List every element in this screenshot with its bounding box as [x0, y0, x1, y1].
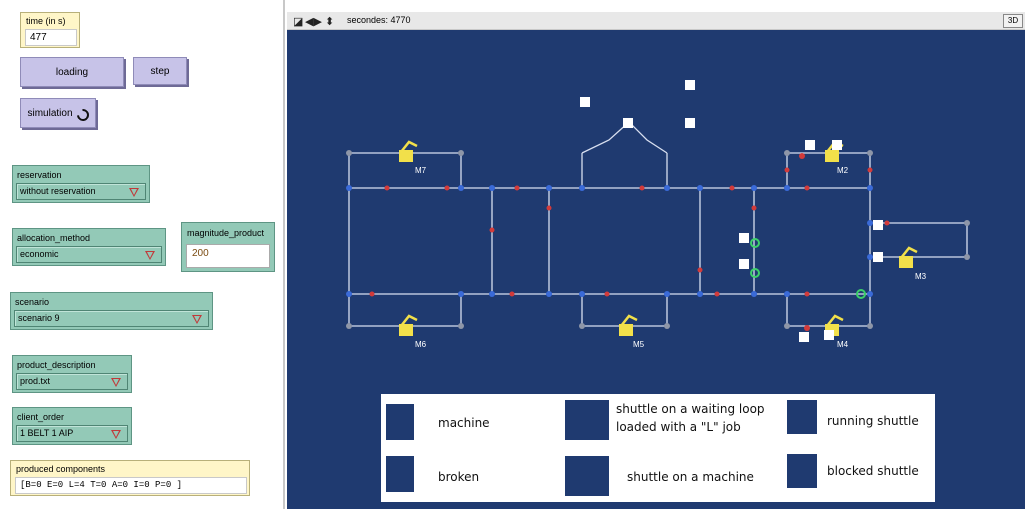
- forever-icon: [74, 106, 91, 123]
- panel-divider: [283, 0, 285, 509]
- time-monitor-value: 477: [25, 29, 77, 46]
- machine-label-m2: M2: [837, 166, 849, 175]
- legend-waiting-loop-1: shuttle on a waiting loop: [616, 402, 765, 416]
- track-nodes: [346, 150, 970, 329]
- produced-components-monitor: produced components [B=0 E=0 L=4 T=0 A=0…: [10, 460, 250, 496]
- reservation-chooser[interactable]: reservation without reservation: [12, 165, 150, 203]
- time-monitor: time (in s) 477: [20, 12, 80, 48]
- scenario-select[interactable]: scenario 9: [14, 310, 209, 327]
- produced-components-value: [B=0 E=0 L=4 T=0 A=0 I=0 P=0 ]: [15, 477, 247, 494]
- on-machine-legend-icon: [565, 456, 609, 496]
- view-toolbar: ◪ ◀▶ ⬍ secondes: 4770 3D: [287, 12, 1025, 30]
- machine-label-m5: M5: [633, 340, 645, 349]
- legend: machine broken shuttle on a waiting loop…: [381, 394, 935, 502]
- client-order-chooser[interactable]: client_order 1 BELT 1 AIP: [12, 407, 132, 445]
- step-button[interactable]: step: [133, 57, 187, 85]
- legend-machine: machine: [438, 416, 490, 430]
- reservation-label: reservation: [17, 170, 62, 180]
- magnitude-product-field[interactable]: 200: [186, 244, 270, 268]
- machine-m7: [399, 140, 418, 162]
- legend-waiting-loop-2: loaded with a "L" job: [616, 420, 741, 434]
- product-description-chooser[interactable]: product_description prod.txt: [12, 355, 132, 393]
- legend-on-machine: shuttle on a machine: [627, 470, 754, 484]
- simulation-button[interactable]: simulation: [20, 98, 96, 128]
- client-order-value: 1 BELT 1 AIP: [20, 428, 74, 438]
- magnitude-product-input[interactable]: magnitude_product 200: [181, 222, 275, 272]
- magnitude-product-label: magnitude_product: [187, 228, 265, 238]
- product-description-label: product_description: [17, 360, 96, 370]
- simulation-button-label: simulation: [27, 107, 73, 119]
- dropdown-triangle-icon: [129, 188, 139, 197]
- ticks-counter: secondes: 4770: [347, 15, 411, 25]
- client-order-select[interactable]: 1 BELT 1 AIP: [16, 425, 128, 442]
- allocation-method-chooser[interactable]: allocation_method economic: [12, 228, 166, 266]
- product-description-value: prod.txt: [20, 376, 51, 386]
- dropdown-triangle-icon: [192, 315, 202, 324]
- machine-m3: [899, 246, 918, 268]
- vertical-resize-icon[interactable]: ⬍: [325, 15, 334, 28]
- 3d-view-button[interactable]: 3D: [1003, 14, 1023, 28]
- zoom-fit-icon[interactable]: ◪: [293, 15, 303, 28]
- blocked-shuttles: [799, 153, 810, 331]
- waiting-rings: [750, 238, 866, 299]
- shuttles: [580, 80, 883, 342]
- dropdown-triangle-icon: [145, 251, 155, 260]
- loading-button[interactable]: loading: [20, 57, 124, 87]
- legend-broken: broken: [438, 470, 480, 484]
- allocation-method-select[interactable]: economic: [16, 246, 162, 263]
- dropdown-triangle-icon: [111, 378, 121, 387]
- produced-components-label: produced components: [16, 464, 106, 474]
- horizontal-resize-icon[interactable]: ◀▶: [305, 15, 322, 28]
- world-view[interactable]: M7 M2 M3 M6 M5 M4 machine broken shuttle…: [287, 30, 1025, 509]
- running-shuttle-legend-icon: [787, 400, 817, 434]
- blocked-shuttle-legend-icon: [787, 454, 817, 488]
- dropdown-triangle-icon: [111, 430, 121, 439]
- reservation-select[interactable]: without reservation: [16, 183, 146, 200]
- direction-arrows: [369, 167, 890, 297]
- broken-legend-icon: [386, 456, 414, 492]
- reservation-value: without reservation: [20, 186, 96, 196]
- allocation-method-label: allocation_method: [17, 233, 91, 243]
- junction-nodes: [346, 185, 873, 297]
- legend-blocked: blocked shuttle: [827, 464, 919, 478]
- scenario-chooser[interactable]: scenario scenario 9: [10, 292, 213, 330]
- machine-label-m3: M3: [915, 272, 927, 281]
- machine-label-m6: M6: [415, 340, 427, 349]
- client-order-label: client_order: [17, 412, 65, 422]
- time-monitor-label: time (in s): [26, 16, 66, 26]
- machine-label-m4: M4: [837, 340, 849, 349]
- machine-label-m7: M7: [415, 166, 427, 175]
- legend-running: running shuttle: [827, 414, 919, 428]
- product-description-select[interactable]: prod.txt: [16, 373, 128, 390]
- machine-legend-icon: [386, 404, 414, 440]
- scenario-value: scenario 9: [18, 313, 60, 323]
- waiting-loop-legend-icon: [565, 400, 609, 440]
- scenario-label: scenario: [15, 297, 50, 307]
- allocation-method-value: economic: [20, 249, 59, 259]
